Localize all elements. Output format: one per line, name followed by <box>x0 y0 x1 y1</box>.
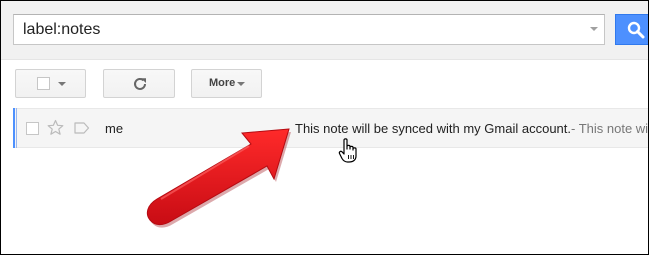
search-button[interactable] <box>615 14 648 45</box>
more-button[interactable]: More <box>191 69 262 98</box>
search-input[interactable] <box>14 15 593 44</box>
row-checkbox[interactable] <box>26 122 39 135</box>
chevron-down-icon <box>237 82 245 86</box>
annotation-arrow <box>146 128 291 228</box>
search-icon <box>627 21 645 39</box>
label-icon[interactable] <box>74 122 90 134</box>
message-toolbar: More <box>1 60 648 107</box>
refresh-button[interactable] <box>103 69 175 98</box>
row-focus-accent-inner <box>16 108 17 148</box>
select-button[interactable] <box>15 69 86 98</box>
search-bar-area <box>1 1 648 60</box>
search-box[interactable] <box>13 14 605 45</box>
message-row[interactable]: me This note will be synced with my Gmai… <box>13 108 648 148</box>
more-button-label: More <box>209 77 236 89</box>
message-sender: me <box>105 121 124 136</box>
star-icon[interactable] <box>47 119 64 136</box>
message-subject: This note will be synced with my Gmail a… <box>295 121 571 136</box>
chevron-down-icon <box>58 82 66 86</box>
gmail-window: More me This note will be synced with my… <box>0 0 649 255</box>
hand-cursor-icon <box>338 138 357 163</box>
select-all-checkbox[interactable] <box>37 77 50 90</box>
refresh-icon <box>134 77 146 90</box>
message-snippet: - This note wi <box>571 121 649 136</box>
search-options-caret-icon[interactable] <box>590 27 598 31</box>
row-focus-accent <box>13 108 15 148</box>
